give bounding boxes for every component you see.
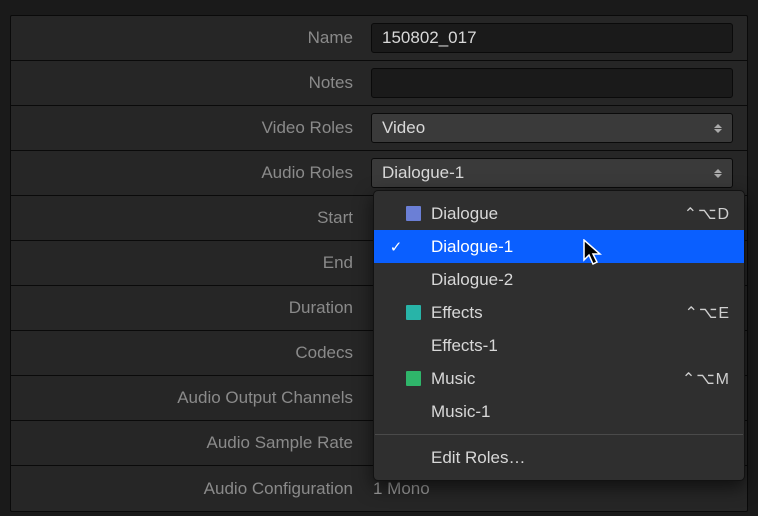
label-audio-output: Audio Output Channels: [11, 388, 371, 408]
menu-item-label: Effects: [431, 303, 684, 323]
label-audio-config: Audio Configuration: [11, 479, 371, 499]
row-notes: Notes: [11, 61, 747, 106]
label-duration: Duration: [11, 298, 371, 318]
menu-item-label: Effects-1: [431, 336, 730, 356]
row-name: Name: [11, 16, 747, 61]
menu-item-effects-1[interactable]: Effects-1: [374, 329, 744, 362]
menu-item-music[interactable]: Music⌃⌥M: [374, 362, 744, 395]
shortcut-label: ⌃⌥M: [682, 369, 730, 389]
shortcut-label: ⌃⌥E: [684, 303, 730, 323]
label-sample-rate: Audio Sample Rate: [11, 433, 371, 453]
label-codecs: Codecs: [11, 343, 371, 363]
label-end: End: [11, 253, 371, 273]
menu-item-music-1[interactable]: Music-1: [374, 395, 744, 428]
check-icon: ✓: [386, 238, 406, 256]
shortcut-label: ⌃⌥D: [684, 204, 730, 224]
menu-item-dialogue-2[interactable]: Dialogue-2: [374, 263, 744, 296]
color-swatch: [406, 371, 421, 386]
menu-item-label: Music: [431, 369, 682, 389]
notes-input[interactable]: [371, 68, 733, 98]
label-name: Name: [11, 28, 371, 48]
label-video-roles: Video Roles: [11, 118, 371, 138]
menu-separator: [375, 434, 743, 435]
menu-item-effects[interactable]: Effects⌃⌥E: [374, 296, 744, 329]
menu-item-edit-roles[interactable]: Edit Roles…: [374, 441, 744, 474]
label-start: Start: [11, 208, 371, 228]
row-video-roles: Video Roles Video: [11, 106, 747, 151]
chevron-updown-icon: [714, 169, 722, 178]
menu-item-label: Music-1: [431, 402, 730, 422]
menu-item-dialogue[interactable]: Dialogue⌃⌥D: [374, 197, 744, 230]
name-input[interactable]: [371, 23, 733, 53]
video-roles-dropdown[interactable]: Video: [371, 113, 733, 143]
audio-roles-menu: Dialogue⌃⌥D✓Dialogue-1Dialogue-2Effects⌃…: [373, 190, 745, 481]
chevron-updown-icon: [714, 124, 722, 133]
audio-roles-dropdown[interactable]: Dialogue-1: [371, 158, 733, 188]
menu-item-label: Dialogue-1: [431, 237, 730, 257]
video-roles-value: Video: [382, 118, 425, 138]
audio-roles-value: Dialogue-1: [382, 163, 464, 183]
color-swatch: [406, 305, 421, 320]
color-swatch: [406, 206, 421, 221]
menu-item-label: Dialogue: [431, 204, 684, 224]
menu-item-dialogue-1[interactable]: ✓ Dialogue-1: [374, 230, 744, 263]
label-audio-roles: Audio Roles: [11, 163, 371, 183]
audio-config-value: 1 Mono: [371, 479, 430, 499]
label-notes: Notes: [11, 73, 371, 93]
menu-item-label: Dialogue-2: [431, 270, 730, 290]
